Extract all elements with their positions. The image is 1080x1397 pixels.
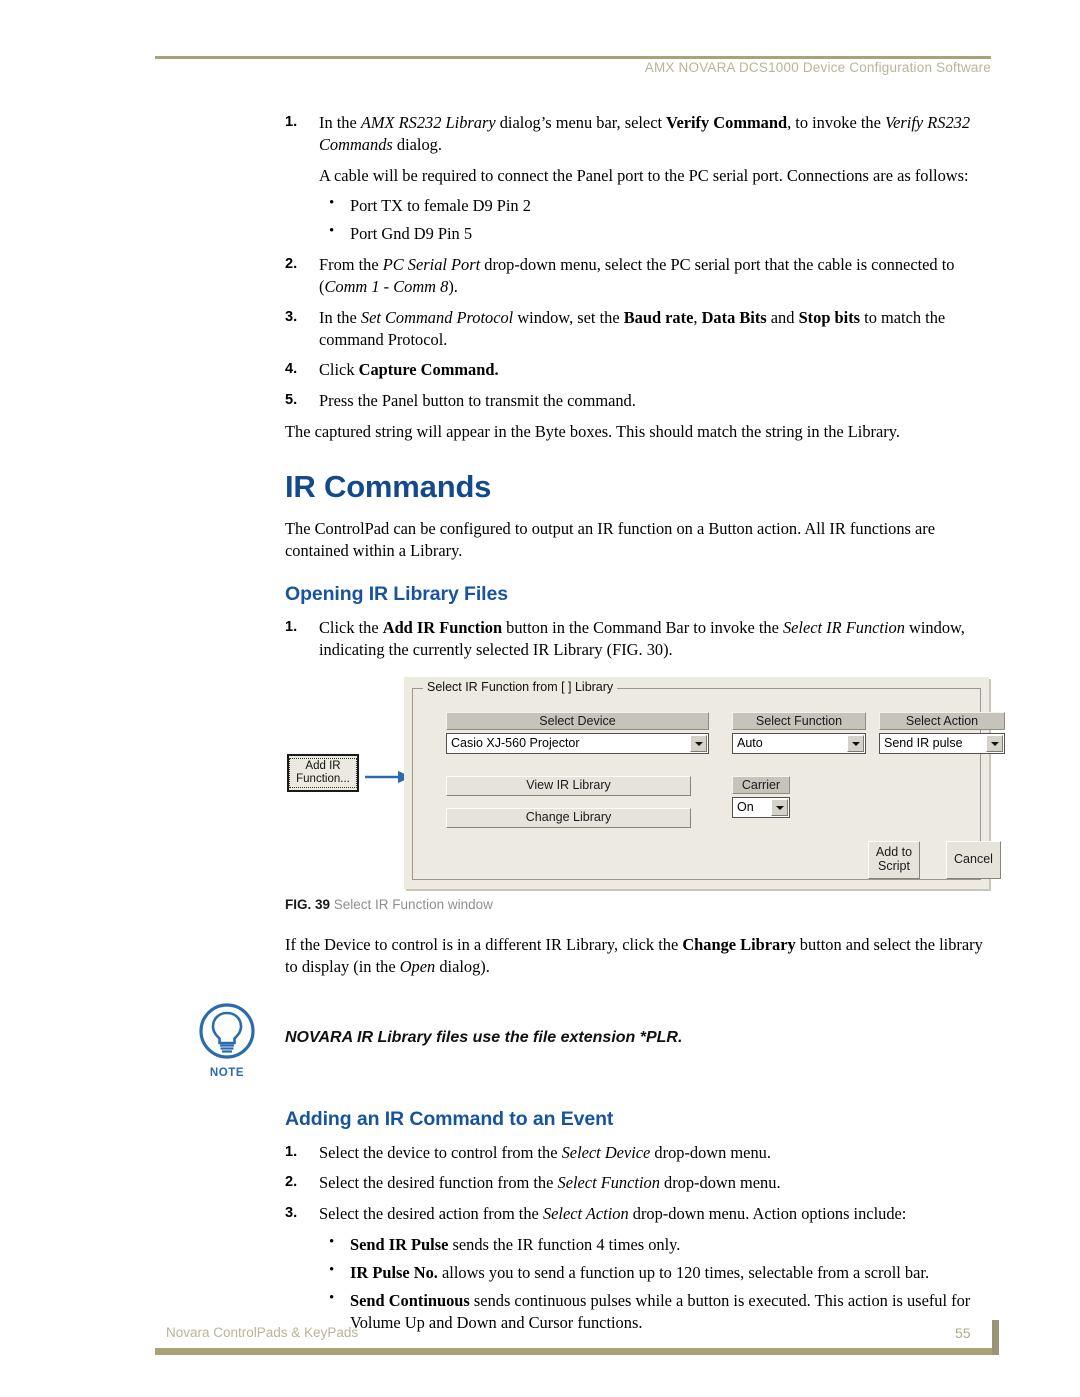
cancel-button[interactable]: Cancel bbox=[946, 841, 1001, 879]
header-title: AMX NOVARA DCS1000 Device Configuration … bbox=[644, 60, 991, 75]
note-icon-group: NOTE bbox=[192, 1002, 262, 1079]
step-number: 1. bbox=[285, 619, 298, 636]
select-ir-function-dialog: Select IR Function from [ ] Library Sele… bbox=[404, 677, 1005, 889]
select-action-combobox[interactable]: Send IR pulse bbox=[879, 733, 1005, 754]
step-number: 5. bbox=[285, 392, 298, 409]
add-ir-function-line2: Function... bbox=[296, 773, 350, 785]
step-item: 2. Select the desired function from the … bbox=[285, 1172, 991, 1194]
select-device-value: Casio XJ-560 Projector bbox=[451, 736, 580, 750]
note-label: NOTE bbox=[209, 1066, 245, 1079]
step-text: Click Capture Command. bbox=[319, 360, 499, 380]
figure-select-ir-function: Add IR Function... Select IR Function fr… bbox=[285, 675, 1005, 893]
page-number: 55 bbox=[955, 1325, 971, 1341]
add-ir-function-button-label: Add IR Function... bbox=[289, 757, 357, 789]
step-item: 1. Select the device to control from the… bbox=[285, 1142, 991, 1164]
step-item: 1. In the AMX RS232 Library dialog’s men… bbox=[285, 112, 991, 156]
step-number: 2. bbox=[285, 1174, 298, 1191]
step-number: 1. bbox=[285, 1143, 298, 1160]
action-options-list: Send IR Pulse sends the IR function 4 ti… bbox=[319, 1233, 991, 1334]
subsection-heading-adding-ir-command: Adding an IR Command to an Event bbox=[285, 1107, 614, 1130]
header-rule bbox=[155, 56, 991, 59]
step-text: In the AMX RS232 Library dialog’s menu b… bbox=[319, 113, 971, 154]
list-item: Send Continuous sends continuous pulses … bbox=[319, 1289, 991, 1334]
select-device-label: Select Device bbox=[446, 712, 709, 730]
select-device-combobox[interactable]: Casio XJ-560 Projector bbox=[446, 733, 709, 754]
step-text: Press the Panel button to transmit the c… bbox=[319, 391, 636, 411]
figure-number: FIG. 39 bbox=[285, 897, 331, 912]
step-text: Select the desired function from the Sel… bbox=[319, 1173, 781, 1193]
cable-paragraph: A cable will be required to connect the … bbox=[319, 165, 969, 185]
add-to-script-line1: Add to bbox=[875, 845, 913, 860]
figure-caption-text: Select IR Function window bbox=[333, 897, 493, 912]
chevron-down-icon[interactable] bbox=[690, 735, 707, 752]
page: AMX NOVARA DCS1000 Device Configuration … bbox=[0, 0, 1080, 1397]
list-item: Send IR Pulse sends the IR function 4 ti… bbox=[319, 1233, 991, 1256]
step-number: 3. bbox=[285, 308, 298, 325]
lightbulb-icon bbox=[199, 1003, 255, 1059]
list-item: Port Gnd D9 Pin 5 bbox=[319, 222, 991, 245]
change-library-paragraph: If the Device to control is in a differe… bbox=[285, 935, 983, 976]
step-text: In the Set Command Protocol window, set … bbox=[319, 307, 946, 349]
carrier-value: On bbox=[737, 800, 754, 814]
step-item: 2. From the PC Serial Port drop-down men… bbox=[285, 254, 991, 298]
cable-bullet-list: Port TX to female D9 Pin 2 Port Gnd D9 P… bbox=[319, 194, 991, 245]
select-action-value: Send IR pulse bbox=[884, 736, 963, 750]
ir-commands-intro: The ControlPad can be configured to outp… bbox=[285, 518, 936, 560]
note-text: NOVARA IR Library files use the file ext… bbox=[285, 1028, 683, 1046]
carrier-label: Carrier bbox=[732, 776, 790, 794]
chevron-down-icon[interactable] bbox=[847, 735, 864, 752]
step-number: 4. bbox=[285, 361, 298, 378]
section-heading-ir-commands: IR Commands bbox=[285, 468, 492, 504]
change-library-button[interactable]: Change Library bbox=[446, 808, 691, 828]
step-item: 1. Click the Add IR Function button in t… bbox=[285, 617, 991, 661]
list-item: Port TX to female D9 Pin 2 bbox=[319, 194, 991, 217]
chevron-down-icon[interactable] bbox=[986, 735, 1003, 752]
chevron-down-icon[interactable] bbox=[771, 799, 788, 816]
figure-caption: FIG. 39 Select IR Function window bbox=[285, 897, 991, 912]
step-item: 5. Press the Panel button to transmit th… bbox=[285, 390, 991, 412]
step-number: 3. bbox=[285, 1205, 298, 1222]
select-action-label: Select Action bbox=[879, 712, 1005, 730]
add-ir-function-line1: Add IR bbox=[305, 759, 341, 772]
step-item: 3. Select the desired action from the Se… bbox=[285, 1203, 991, 1225]
carrier-combobox[interactable]: On bbox=[732, 797, 790, 818]
step-text: Click the Add IR Function button in the … bbox=[319, 618, 965, 660]
dialog-groupbox: Select IR Function from [ ] Library Sele… bbox=[412, 680, 1005, 880]
note-block: NOTE NOVARA IR Library files use the fil… bbox=[199, 1003, 991, 1082]
step-number: 1. bbox=[285, 114, 298, 130]
select-function-combobox[interactable]: Auto bbox=[732, 733, 866, 754]
add-to-script-line2: Script bbox=[878, 859, 910, 873]
step-item: 4. Click Capture Command. bbox=[285, 359, 991, 381]
select-function-label: Select Function bbox=[732, 712, 866, 730]
view-ir-library-button[interactable]: View IR Library bbox=[446, 776, 691, 796]
footer-document-title: Novara ControlPads & KeyPads bbox=[166, 1325, 359, 1340]
add-to-script-button[interactable]: Add to Script bbox=[868, 841, 920, 879]
step-text: Select the desired action from the Selec… bbox=[319, 1204, 907, 1224]
select-function-value: Auto bbox=[737, 736, 763, 750]
subsection-heading-opening-ir-library-files: Opening IR Library Files bbox=[285, 583, 508, 606]
add-ir-function-button[interactable]: Add IR Function... bbox=[287, 754, 359, 792]
captured-string-paragraph: The captured string will appear in the B… bbox=[285, 421, 900, 441]
content-column: 1. In the AMX RS232 Library dialog’s men… bbox=[199, 112, 1005, 1342]
footer-rule bbox=[155, 1348, 999, 1355]
footer-edge-tab bbox=[992, 1320, 999, 1355]
list-item: IR Pulse No. allows you to send a functi… bbox=[319, 1261, 991, 1284]
step-text: Select the device to control from the Se… bbox=[319, 1142, 771, 1162]
step-text: From the PC Serial Port drop-down menu, … bbox=[319, 255, 955, 296]
step-number: 2. bbox=[285, 256, 298, 273]
step-item: 3. In the Set Command Protocol window, s… bbox=[285, 307, 991, 351]
dialog-groupbox-title: Select IR Function from [ ] Library bbox=[423, 680, 618, 694]
